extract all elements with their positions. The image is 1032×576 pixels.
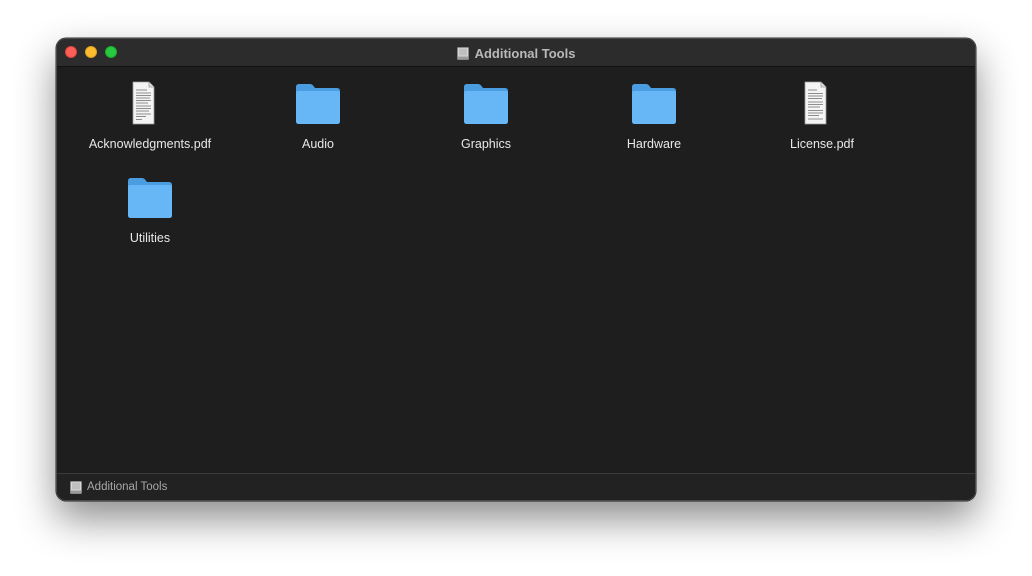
folder-icon [456, 81, 516, 131]
icon-view: Acknowledgments.pdf Audio Graphics Hardw… [57, 67, 975, 474]
pdf-document-icon [792, 81, 852, 131]
folder-item-label: Hardware [626, 137, 682, 151]
finder-window: Additional Tools Acknowledgments.pdf Aud… [56, 38, 976, 501]
folder-icon [624, 81, 684, 131]
window-title: Additional Tools [474, 45, 576, 61]
folder-item-label: Audio [302, 137, 334, 151]
folder-item-utilities[interactable]: Utilities [70, 175, 230, 245]
file-item-acknowledgments[interactable]: Acknowledgments.pdf [70, 81, 230, 151]
path-bar: Additional Tools [57, 473, 975, 500]
folder-item-graphics[interactable]: Graphics [406, 81, 566, 151]
path-bar-item[interactable]: Additional Tools [87, 481, 167, 493]
file-item-label: License.pdf [790, 137, 854, 151]
disk-image-icon [70, 480, 82, 494]
pdf-document-icon [120, 81, 180, 131]
folder-item-audio[interactable]: Audio [238, 81, 398, 151]
folder-item-hardware[interactable]: Hardware [574, 81, 734, 151]
file-item-label: Acknowledgments.pdf [88, 137, 212, 151]
title-bar[interactable]: Additional Tools [57, 39, 975, 67]
folder-item-label: Utilities [129, 231, 171, 245]
window-title-group: Additional Tools [57, 39, 975, 67]
folder-item-label: Graphics [460, 137, 512, 151]
file-item-license[interactable]: License.pdf [742, 81, 902, 151]
disk-image-icon [456, 46, 469, 60]
folder-icon [288, 81, 348, 131]
folder-icon [120, 175, 180, 225]
